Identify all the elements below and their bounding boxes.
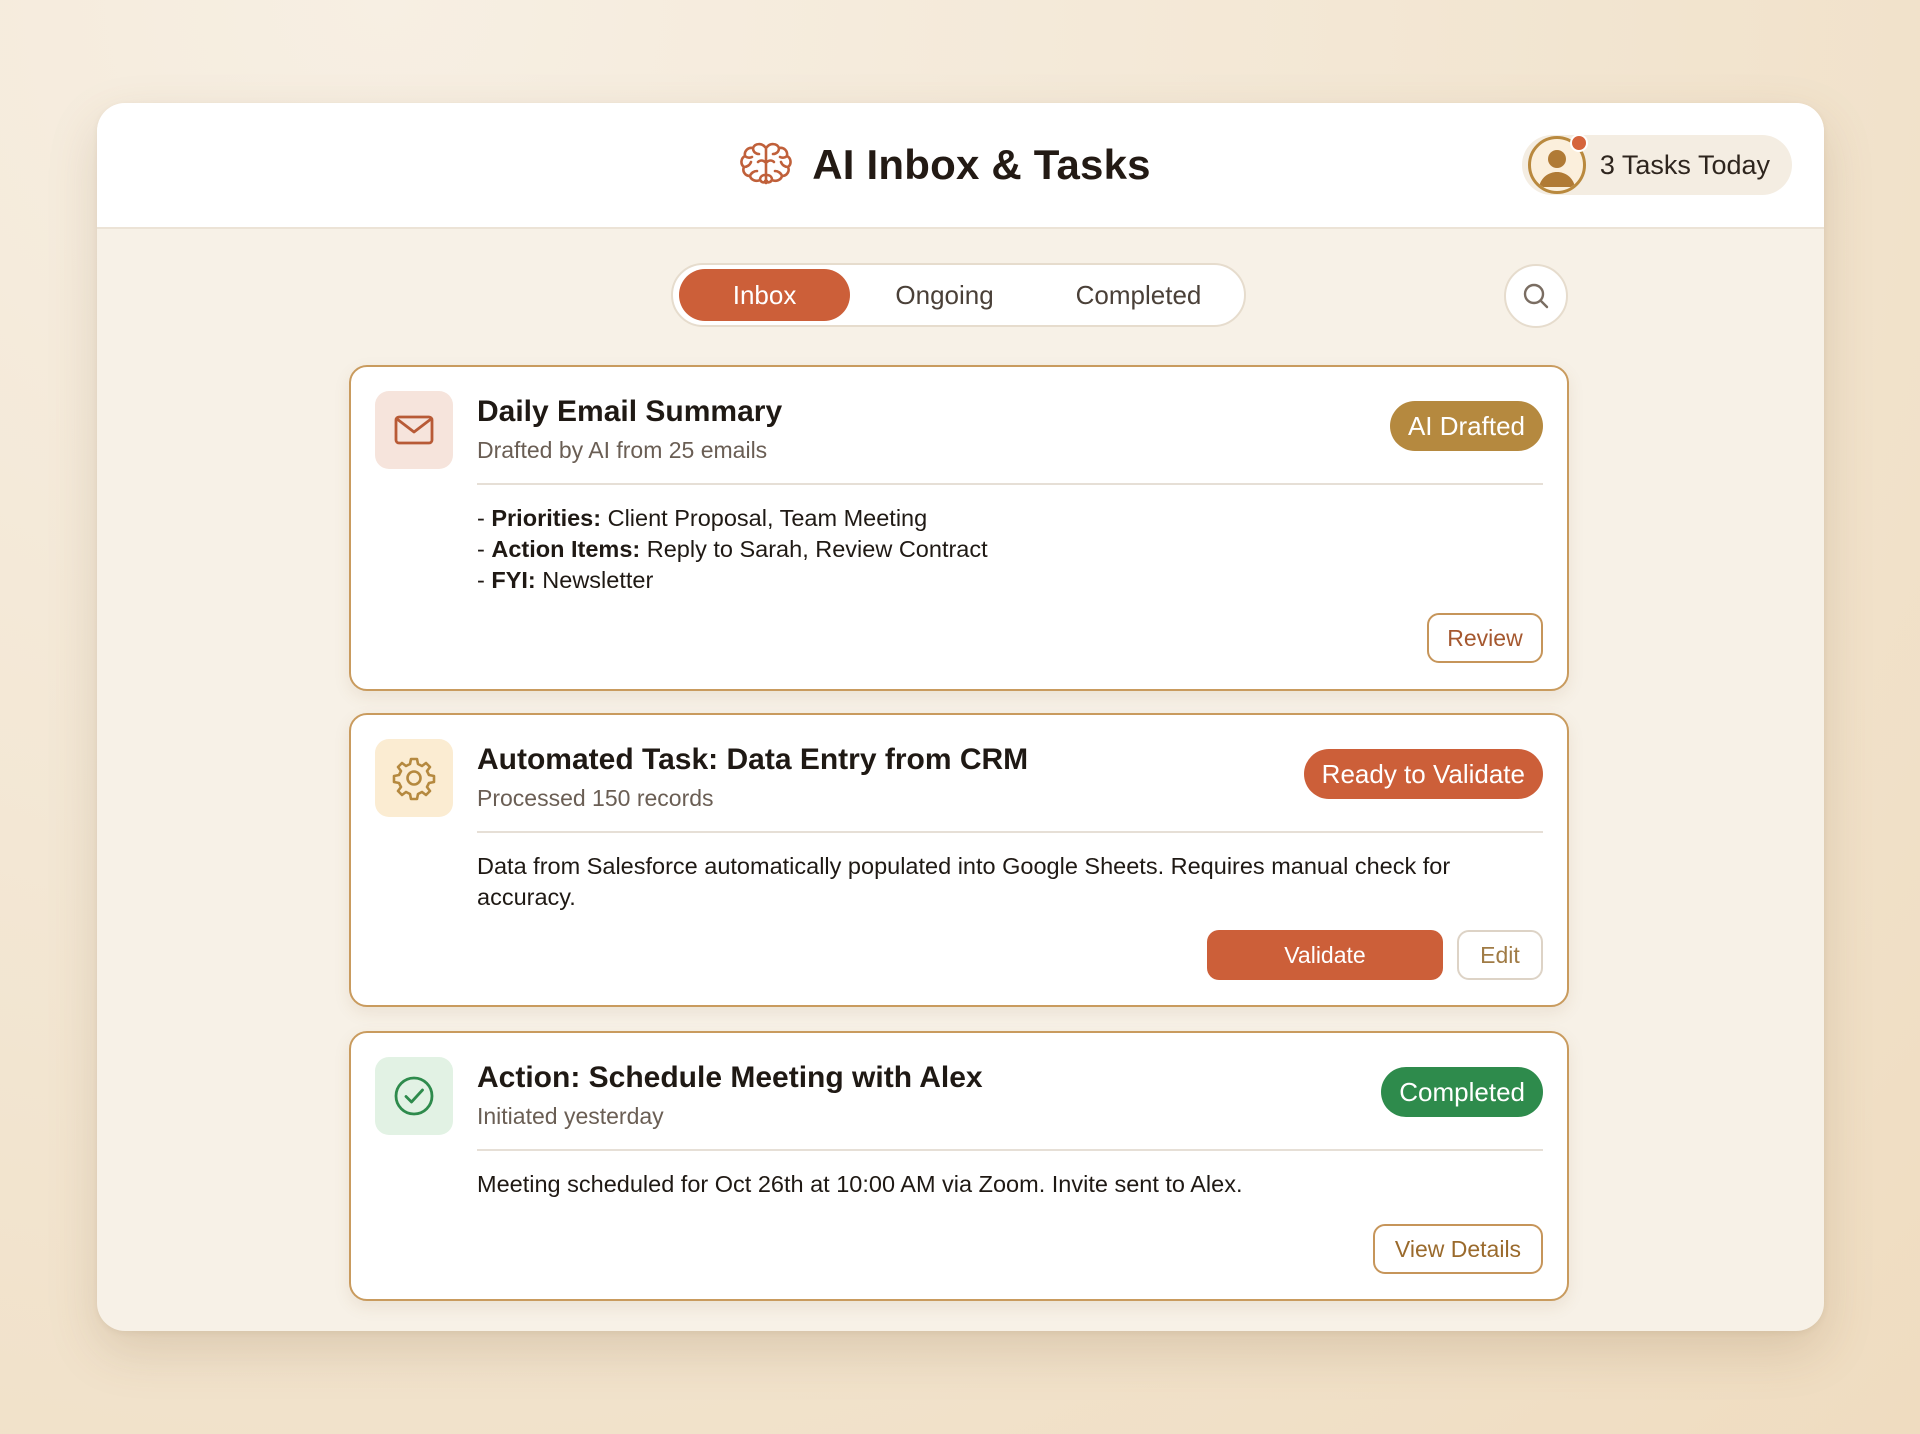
app-header: AI Inbox & Tasks 3 Tasks Today	[97, 103, 1824, 229]
summary-line-priorities: - Priorities: Client Proposal, Team Meet…	[477, 505, 928, 531]
status-badge: Completed	[1381, 1067, 1543, 1117]
card-subtitle: Processed 150 records	[477, 785, 714, 811]
summary-line-action-items: - Action Items: Reply to Sarah, Review C…	[477, 536, 988, 562]
avatar-wrapper[interactable]	[1527, 134, 1588, 194]
card-icon-box	[375, 391, 453, 469]
card-divider	[477, 831, 1543, 833]
status-badge: Ready to Validate	[1303, 749, 1543, 799]
validate-button[interactable]: Validate	[1207, 930, 1443, 980]
mail-icon	[394, 415, 434, 445]
view-details-button[interactable]: View Details	[1373, 1224, 1543, 1274]
card-title: Action: Schedule Meeting with Alex	[477, 1061, 983, 1094]
card-icon-box	[375, 1057, 453, 1135]
card-icon-box	[375, 739, 453, 817]
tab-inbox[interactable]: Inbox	[679, 269, 851, 321]
edit-button[interactable]: Edit	[1457, 930, 1543, 980]
card-subtitle: Initiated yesterday	[477, 1103, 664, 1129]
card-title: Daily Email Summary	[477, 395, 783, 428]
review-button[interactable]: Review	[1427, 613, 1543, 663]
status-badge: AI Drafted	[1389, 401, 1543, 451]
tab-completed[interactable]: Completed	[1039, 269, 1238, 321]
card-body-text: Meeting scheduled for Oct 26th at 10:00 …	[477, 1171, 1243, 1197]
card-divider	[477, 1149, 1543, 1151]
card-subtitle: Drafted by AI from 25 emails	[477, 437, 768, 463]
card-data-entry-task: Automated Task: Data Entry from CRM Proc…	[349, 713, 1569, 1007]
check-circle-icon	[394, 1076, 434, 1116]
card-body: - Priorities: Client Proposal, Team Meet…	[477, 503, 1477, 596]
summary-line-fyi: - FYI: Newsletter	[477, 567, 654, 593]
card-title: Automated Task: Data Entry from CRM	[477, 743, 1029, 776]
tab-bar: Inbox Ongoing Completed	[671, 263, 1246, 327]
card-schedule-meeting: Action: Schedule Meeting with Alex Initi…	[349, 1031, 1569, 1301]
search-icon	[1523, 283, 1549, 309]
gear-icon	[392, 757, 436, 801]
tasks-today-label: 3 Tasks Today	[1599, 149, 1770, 180]
tab-ongoing[interactable]: Ongoing	[850, 269, 1039, 321]
brain-icon	[740, 142, 793, 185]
card-divider	[477, 483, 1543, 485]
app-window: AI Inbox & Tasks 3 Tasks Today Inbox Ong…	[97, 103, 1824, 1331]
card-email-summary: Daily Email Summary Drafted by AI from 2…	[349, 365, 1569, 691]
tasks-today-pill[interactable]: 3 Tasks Today	[1521, 134, 1792, 195]
app-title: AI Inbox & Tasks	[812, 141, 1151, 188]
search-button[interactable]	[1504, 264, 1568, 328]
card-body-text: Data from Salesforce automatically popul…	[477, 853, 1451, 910]
notification-dot	[1569, 134, 1588, 152]
